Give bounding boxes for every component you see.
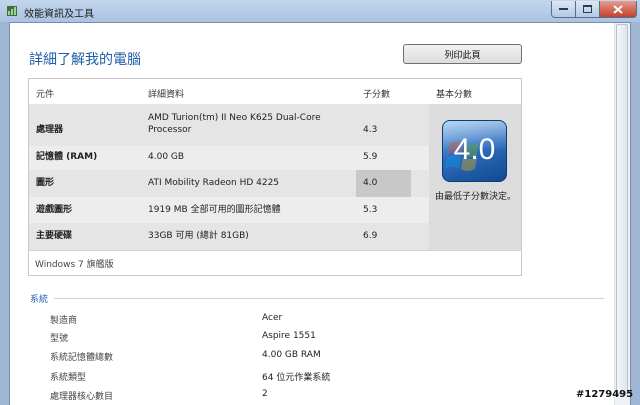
column-header-base-score: 基本分數 bbox=[436, 90, 473, 100]
title-bar[interactable]: 效能資訊及工具 bbox=[0, 0, 640, 22]
window-title: 效能資訊及工具 bbox=[24, 9, 94, 20]
windows-edition: Windows 7 旗艦版 bbox=[35, 260, 114, 270]
base-score-note: 由最低子分數決定。 bbox=[435, 192, 517, 202]
base-score-badge: 4.0 bbox=[442, 120, 507, 182]
system-value: 4.00 GB RAM bbox=[262, 350, 321, 360]
minimize-button[interactable] bbox=[551, 1, 576, 18]
page-title: 詳細了解我的電腦 bbox=[29, 52, 141, 68]
system-section-title: 系統 bbox=[30, 295, 49, 305]
system-label: 系統記憶體總數 bbox=[50, 353, 114, 363]
row-component: 主要硬碟 bbox=[36, 231, 73, 241]
system-value: 2 bbox=[262, 389, 268, 399]
row-details: 33GB 可用 (總計 81GB) bbox=[148, 231, 249, 241]
row-details: 4.00 GB bbox=[148, 152, 185, 162]
system-label: 處理器核心數目 bbox=[50, 392, 114, 402]
system-value: Aspire 1551 bbox=[262, 331, 316, 341]
column-header-subscore: 子分數 bbox=[363, 90, 391, 100]
column-header-details: 詳細資料 bbox=[148, 90, 185, 100]
window-app-icon bbox=[7, 6, 17, 16]
scrollbar-thumb[interactable] bbox=[616, 24, 628, 394]
maximize-button[interactable] bbox=[576, 1, 600, 18]
row-details: 1919 MB 全部可用的圖形記憶體 bbox=[148, 205, 281, 215]
divider bbox=[29, 250, 522, 251]
row-subscore: 4.3 bbox=[363, 125, 378, 135]
row-subscore: 4.0 bbox=[363, 178, 378, 188]
system-label: 系統類型 bbox=[50, 373, 87, 383]
row-subscore: 5.9 bbox=[363, 152, 378, 162]
performance-window: 效能資訊及工具 詳細了解我的電腦 列印此頁 元件 詳細資料 子分數 基本分數 處… bbox=[0, 0, 640, 405]
section-divider bbox=[54, 298, 604, 299]
row-details: ATI Mobility Radeon HD 4225 bbox=[148, 178, 280, 188]
watermark: #1279495 bbox=[576, 389, 634, 400]
row-subscore: 5.3 bbox=[363, 205, 378, 215]
row-details: AMD Turion(tm) II Neo K625 Dual-Core Pro… bbox=[148, 113, 321, 135]
column-header-component: 元件 bbox=[36, 90, 55, 100]
base-score-value: 4.0 bbox=[453, 133, 496, 166]
system-label: 製造商 bbox=[50, 316, 78, 326]
row-component: 圖形 bbox=[36, 178, 55, 188]
close-button[interactable] bbox=[600, 1, 637, 18]
maximize-icon bbox=[583, 5, 592, 13]
system-label: 型號 bbox=[50, 334, 69, 344]
row-subscore: 6.9 bbox=[363, 231, 378, 241]
print-page-button[interactable]: 列印此頁 bbox=[403, 44, 522, 64]
row-component: 遊戲圖形 bbox=[36, 205, 73, 215]
system-value: Acer bbox=[262, 313, 283, 323]
minimize-icon bbox=[559, 8, 568, 10]
system-value: 64 位元作業系統 bbox=[262, 373, 331, 383]
close-icon bbox=[613, 4, 623, 14]
row-component: 記憶體 (RAM) bbox=[36, 152, 98, 162]
row-component: 處理器 bbox=[36, 125, 64, 135]
